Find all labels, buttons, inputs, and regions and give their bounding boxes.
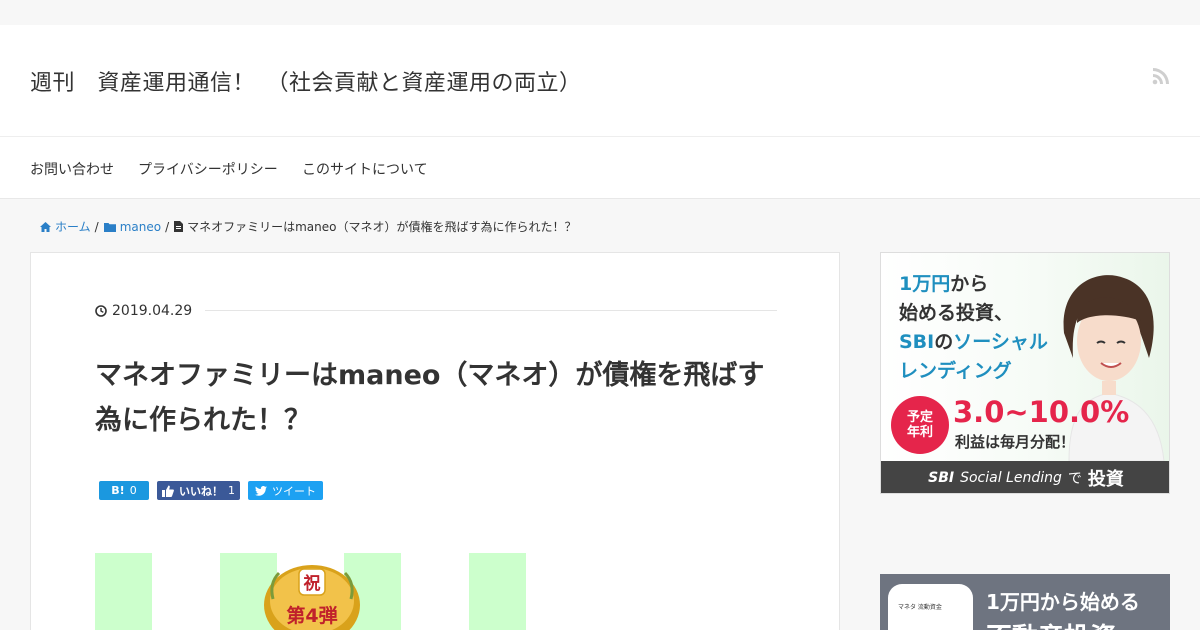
breadcrumb-separator: /: [94, 219, 99, 234]
ad-footer-brand: Social Lending: [960, 470, 1062, 486]
tweet-label: ツイート: [272, 484, 316, 498]
ad-headline-line1: 1万円から: [899, 269, 988, 296]
ad-headline-line3: SBIのソーシャル: [899, 327, 1048, 354]
badge-top-text: 祝: [304, 574, 321, 594]
hatena-count: 0: [129, 484, 137, 497]
ad-footer: SBI Social Lending で 投資: [881, 461, 1169, 493]
ad-headline-social: ソーシャル: [953, 331, 1048, 353]
breadcrumb: ホーム / maneo / マネオファミリーはmaneo（マネオ）が債権を飛ばす…: [40, 218, 577, 235]
ad-headline-sbi: SBI: [899, 331, 935, 353]
sbi-social-lending-ad-banner[interactable]: 1万円から 始める投資、 SBIのソーシャル レンディング 予定 年利 3.0~…: [880, 252, 1170, 494]
thumbs-up-icon: [162, 485, 174, 497]
breadcrumb-category-label[interactable]: maneo: [120, 220, 161, 234]
ad-headline-line2: 始める投資、: [899, 302, 1014, 324]
article-card: 2019.04.29 マネオファミリーはmaneo（マネオ）が債権を飛ばす為に作…: [30, 252, 840, 630]
site-title[interactable]: 週刊 資産運用通信！ （社会貢献と資産運用の両立）: [30, 65, 582, 97]
expected-yield-badge-bottom: 年利: [906, 425, 933, 440]
breadcrumb-category[interactable]: maneo: [103, 220, 161, 234]
breadcrumb-current: マネオファミリーはmaneo（マネオ）が債権を飛ばす為に作られた！？: [174, 218, 577, 235]
ad-headline-no: の: [934, 331, 954, 353]
facebook-label: いいね！: [179, 484, 223, 498]
nav-item-contact[interactable]: お問い合わせ: [30, 159, 114, 179]
badge-main-text: 第4弾: [286, 604, 337, 627]
expected-yield-badge: 予定 年利: [891, 396, 949, 454]
ad-monthly-distribution: 利益は毎月分配！: [955, 433, 1076, 451]
breadcrumb-home[interactable]: ホーム: [40, 218, 91, 235]
phone-screen-text: マネタ 流動資金: [898, 604, 942, 611]
ad-footer-de: で: [1067, 471, 1082, 487]
post-date: 2019.04.29: [95, 303, 192, 319]
file-icon: [174, 221, 184, 232]
tweet-button[interactable]: ツイート: [248, 481, 323, 500]
home-icon: [40, 221, 51, 232]
clock-icon: [95, 305, 107, 317]
twitter-bird-icon: [255, 485, 267, 496]
breadcrumb-current-label: マネオファミリーはmaneo（マネオ）が債権を飛ばす為に作られた！？: [187, 220, 577, 234]
real-estate-investment-ad-banner[interactable]: マネタ 流動資金 1万円から始める 不動産投資: [880, 574, 1170, 630]
post-date-text: 2019.04.29: [112, 303, 193, 319]
facebook-like-button[interactable]: いいね！ 1: [157, 481, 240, 500]
ad-yield-rate: 3.0~10.0%: [953, 395, 1130, 429]
ad-headline-from: から: [950, 273, 989, 295]
folder-icon: [103, 222, 116, 232]
hatena-label: B!: [111, 484, 125, 497]
nav-item-about[interactable]: このサイトについて: [302, 159, 428, 179]
rss-icon[interactable]: [1152, 67, 1170, 85]
top-bar: [0, 0, 1200, 25]
ad-headline-amount: 1万円: [899, 273, 951, 295]
ad-headline-line4: レンディング: [899, 360, 1012, 382]
eyecatch-image-stripe: [95, 553, 152, 630]
eyecatch-image-stripe: [469, 553, 526, 630]
sbi-logo: SBI: [928, 470, 955, 486]
expected-yield-badge-top: 予定: [906, 410, 933, 425]
nav-item-privacy-policy[interactable]: プライバシーポリシー: [138, 159, 278, 179]
breadcrumb-separator: /: [165, 219, 170, 234]
global-nav: お問い合わせ プライバシーポリシー このサイトについて: [0, 137, 1200, 199]
date-divider: [205, 310, 777, 311]
celebration-badge-image: 祝 第4弾: [264, 565, 360, 630]
ad-footer-invest: 投資: [1087, 469, 1124, 490]
facebook-count: 1: [228, 484, 235, 497]
breadcrumb-home-label[interactable]: ホーム: [55, 218, 91, 235]
hatena-bookmark-button[interactable]: B! 0: [99, 481, 149, 500]
article-title: マネオファミリーはmaneo（マネオ）が債権を飛ばす為に作られた！？: [95, 360, 765, 436]
site-header: 週刊 資産運用通信！ （社会貢献と資産運用の両立）: [0, 25, 1200, 137]
ad2-subheadline: 不動産投資: [986, 617, 1116, 630]
ad2-headline: 1万円から始める: [986, 590, 1140, 614]
